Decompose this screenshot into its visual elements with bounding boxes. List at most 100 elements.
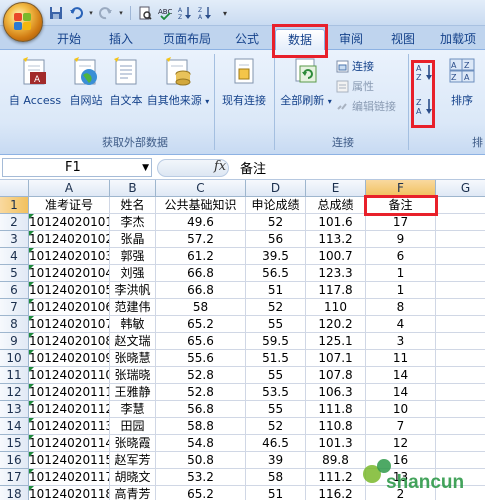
from-other-sources-button[interactable]: 自其他来源 ▾ <box>146 56 210 108</box>
table-cell[interactable]: 4 <box>366 316 436 333</box>
table-cell[interactable]: 10124020118 <box>29 486 110 500</box>
table-cell[interactable]: 14 <box>366 367 436 384</box>
column-header-f[interactable]: F <box>366 180 436 197</box>
column-header-d[interactable]: D <box>246 180 306 197</box>
table-cell[interactable]: 高青芳 <box>110 486 156 500</box>
row-header[interactable]: 10 <box>0 350 29 367</box>
print-preview-icon[interactable] <box>137 5 153 21</box>
table-cell[interactable]: 11 <box>366 350 436 367</box>
table-cell[interactable]: 10124020117 <box>29 469 110 486</box>
table-cell[interactable]: 120.2 <box>306 316 366 333</box>
header-cell[interactable] <box>436 197 485 214</box>
column-header-e[interactable]: E <box>306 180 366 197</box>
from-text-button[interactable]: 自文本 <box>106 56 146 108</box>
table-cell[interactable]: 李洪帆 <box>110 282 156 299</box>
table-cell[interactable]: 58 <box>156 299 246 316</box>
header-cell[interactable]: 备注 <box>366 197 436 214</box>
table-cell[interactable]: 107.8 <box>306 367 366 384</box>
table-cell[interactable]: 100.7 <box>306 248 366 265</box>
table-cell[interactable]: 52.8 <box>156 384 246 401</box>
table-cell[interactable] <box>436 214 485 231</box>
table-cell[interactable]: 123.3 <box>306 265 366 282</box>
table-cell[interactable]: 张晓霞 <box>110 435 156 452</box>
table-cell[interactable]: 10124020101 <box>29 214 110 231</box>
table-cell[interactable]: 58 <box>246 469 306 486</box>
table-cell[interactable]: 55 <box>246 316 306 333</box>
tab-view[interactable]: 视图 <box>382 29 424 50</box>
table-cell[interactable]: 14 <box>366 384 436 401</box>
table-cell[interactable]: 李慧 <box>110 401 156 418</box>
table-cell[interactable]: 10124020110 <box>29 367 110 384</box>
table-cell[interactable]: 59.5 <box>246 333 306 350</box>
header-cell[interactable]: 公共基础知识 <box>156 197 246 214</box>
row-header[interactable]: 15 <box>0 435 29 452</box>
header-cell[interactable]: 准考证号 <box>29 197 110 214</box>
table-cell[interactable]: 56.5 <box>246 265 306 282</box>
table-cell[interactable]: 65.2 <box>156 316 246 333</box>
sort-desc-icon[interactable]: ZA <box>197 5 213 21</box>
sort-z-to-a-button[interactable]: ZA <box>416 98 434 115</box>
header-cell[interactable]: 姓名 <box>110 197 156 214</box>
table-cell[interactable]: 53.5 <box>246 384 306 401</box>
table-cell[interactable] <box>436 384 485 401</box>
sort-button[interactable]: AZZA 排序 <box>442 56 482 108</box>
table-cell[interactable]: 1 <box>366 282 436 299</box>
formula-input[interactable]: 备注 <box>240 158 266 177</box>
table-cell[interactable]: 54.8 <box>156 435 246 452</box>
row-header[interactable]: 7 <box>0 299 29 316</box>
table-cell[interactable]: 39 <box>246 452 306 469</box>
row-header[interactable]: 3 <box>0 231 29 248</box>
table-cell[interactable]: 51 <box>246 282 306 299</box>
insert-function-icon[interactable]: fx <box>214 159 226 174</box>
table-cell[interactable]: 55.6 <box>156 350 246 367</box>
row-header[interactable]: 17 <box>0 469 29 486</box>
tab-formulas[interactable]: 公式 <box>226 29 268 50</box>
header-cell[interactable]: 总成绩 <box>306 197 366 214</box>
table-cell[interactable]: 胡晓文 <box>110 469 156 486</box>
table-cell[interactable]: 66.8 <box>156 282 246 299</box>
table-cell[interactable]: 107.1 <box>306 350 366 367</box>
table-cell[interactable]: 10124020102 <box>29 231 110 248</box>
table-cell[interactable]: 65.6 <box>156 333 246 350</box>
table-cell[interactable]: 51 <box>246 486 306 500</box>
spell-check-icon[interactable]: ABC <box>157 5 173 21</box>
table-cell[interactable]: 张瑞晓 <box>110 367 156 384</box>
column-header-g[interactable]: G <box>436 180 485 197</box>
table-cell[interactable]: 10124020112 <box>29 401 110 418</box>
table-cell[interactable]: 8 <box>366 299 436 316</box>
table-cell[interactable]: 101.6 <box>306 214 366 231</box>
table-cell[interactable]: 张晓慧 <box>110 350 156 367</box>
header-cell[interactable]: 申论成绩 <box>246 197 306 214</box>
table-cell[interactable]: 65.2 <box>156 486 246 500</box>
name-box-dropdown-icon[interactable]: ▼ <box>142 160 149 177</box>
column-header-a[interactable]: A <box>29 180 110 197</box>
table-cell[interactable]: 10124020115 <box>29 452 110 469</box>
row-header[interactable]: 18 <box>0 486 29 500</box>
table-cell[interactable] <box>436 265 485 282</box>
table-cell[interactable]: 7 <box>366 418 436 435</box>
table-cell[interactable]: 郭强 <box>110 248 156 265</box>
tab-home[interactable]: 开始 <box>48 29 90 50</box>
table-cell[interactable]: 50.8 <box>156 452 246 469</box>
table-cell[interactable]: 52.8 <box>156 367 246 384</box>
table-cell[interactable]: 10124020106 <box>29 299 110 316</box>
table-cell[interactable] <box>436 316 485 333</box>
table-cell[interactable] <box>436 282 485 299</box>
table-cell[interactable]: 116.2 <box>306 486 366 500</box>
table-cell[interactable]: 10124020111 <box>29 384 110 401</box>
table-cell[interactable]: 39.5 <box>246 248 306 265</box>
column-header-c[interactable]: C <box>156 180 246 197</box>
table-cell[interactable]: 10124020108 <box>29 333 110 350</box>
table-cell[interactable]: 113.2 <box>306 231 366 248</box>
row-header[interactable]: 13 <box>0 401 29 418</box>
row-header[interactable]: 9 <box>0 333 29 350</box>
select-all-corner[interactable] <box>0 180 29 197</box>
table-cell[interactable]: 韩敏 <box>110 316 156 333</box>
table-cell[interactable] <box>436 418 485 435</box>
table-cell[interactable]: 52 <box>246 418 306 435</box>
table-cell[interactable]: 10124020114 <box>29 435 110 452</box>
table-cell[interactable]: 52 <box>246 299 306 316</box>
redo-dropdown-icon[interactable]: ▾ <box>118 5 124 21</box>
table-cell[interactable]: 李杰 <box>110 214 156 231</box>
table-cell[interactable]: 53.2 <box>156 469 246 486</box>
